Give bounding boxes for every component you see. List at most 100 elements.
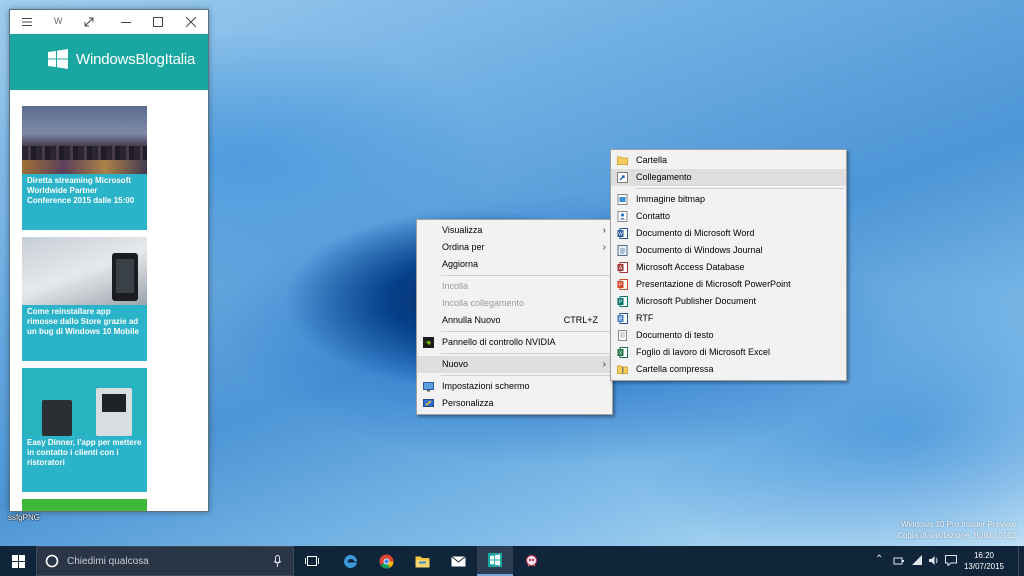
rtf-icon [617,313,628,324]
taskbar-mail[interactable] [440,546,476,576]
submenu-item-immagine-bitmap[interactable]: Immagine bitmap [611,191,846,208]
windowsblogitalia-app-icon [488,553,502,567]
menu-item-nvidia[interactable]: Pannello di controllo NVIDIA [417,334,612,351]
menu-item-personalizza[interactable]: Personalizza [417,395,612,412]
submenu-item-access[interactable]: A Microsoft Access Database [611,259,846,276]
menu-separator [635,188,844,189]
search-placeholder: Chiedimi qualcosa [67,556,149,567]
close-icon[interactable] [176,10,206,34]
start-button[interactable] [0,546,36,576]
menu-item-impostazioni-schermo[interactable]: Impostazioni schermo [417,378,612,395]
submenu-item-publisher[interactable]: P Microsoft Publisher Document [611,293,846,310]
contact-icon [617,211,628,222]
submenu-item-word[interactable]: W Documento di Microsoft Word [611,225,846,242]
submenu-item-documento-di-testo[interactable]: Documento di testo [611,327,846,344]
menu-item-label: Annulla Nuovo [442,315,501,325]
clock-date: 13/07/2015 [963,562,1005,571]
menu-item-label: Incolla collegamento [442,298,525,308]
submenu-item-journal[interactable]: Documento di Windows Journal [611,242,846,259]
menu-item-nuovo[interactable]: Nuovo › [417,356,612,373]
microphone-icon[interactable] [273,555,282,568]
chevron-right-icon: › [602,242,606,253]
desktop-context-menu: Visualizza › Ordina per › Aggiorna Incol… [416,219,613,415]
watermark-line-1: Windows 10 Pro Insider Preview [900,520,1016,529]
menu-item-label: Ordina per [442,242,485,252]
new-submenu: Cartella Collegamento Immagine bitmap Co… [610,149,847,381]
brand-name: WindowsBlogItalia [76,51,196,68]
menu-item-label: Contatto [636,211,671,221]
menu-separator [441,353,610,354]
maximize-icon[interactable] [143,10,173,34]
taskbar-windowsblogitalia-app[interactable] [477,546,513,576]
notification-icon[interactable] [945,555,957,566]
word-icon: W [617,228,628,239]
submenu-item-collegamento[interactable]: Collegamento [611,169,846,186]
minimize-icon[interactable] [111,10,141,34]
windows-logo-icon [48,49,68,69]
personalize-icon [423,399,434,407]
submenu-item-excel[interactable]: X Foglio di lavoro di Microsoft Excel [611,344,846,361]
chrome-icon [379,554,394,569]
submenu-item-rtf[interactable]: RTF [611,310,846,327]
submenu-item-powerpoint[interactable]: P Presentazione di Microsoft PowerPoint [611,276,846,293]
hamburger-menu-icon[interactable] [12,10,42,34]
taskbar-app-misc[interactable] [513,546,549,576]
submenu-item-contatto[interactable]: Contatto [611,208,846,225]
volume-icon[interactable] [928,555,940,566]
access-icon: A [617,262,628,273]
chevron-right-icon: › [602,225,606,236]
menu-separator [441,375,610,376]
edge-browser-icon [343,554,357,568]
menu-item-label: Foglio di lavoro di Microsoft Excel [636,347,771,357]
menu-item-annulla-nuovo[interactable]: Annulla Nuovo CTRL+Z [417,312,612,329]
menu-item-label: Nuovo [442,359,469,369]
menu-item-incolla[interactable]: Incolla [417,278,612,295]
menu-item-label: Collegamento [636,172,692,182]
menu-item-label: Personalizza [442,398,494,408]
app-titlebar[interactable]: W [10,10,208,34]
article-card[interactable]: Easy Dinner, l'app per mettere in contat… [22,368,147,492]
folder-icon [617,156,628,165]
power-plug-icon[interactable] [893,556,905,566]
shortcut-icon [617,172,628,183]
menu-item-label: Pannello di controllo NVIDIA [442,337,556,347]
menu-item-label: Immagine bitmap [636,194,706,204]
desktop-icon-label[interactable]: ssfgPNG [8,513,40,522]
task-view-button[interactable] [294,546,330,576]
submenu-item-cartella[interactable]: Cartella [611,152,846,169]
menu-item-visualizza[interactable]: Visualizza › [417,222,612,239]
bitmap-icon [617,194,628,205]
taskbar-chrome[interactable] [368,546,404,576]
fullscreen-icon[interactable] [74,10,104,34]
app-window: W WindowsBlogItalia Diretta streaming Mi… [9,9,209,512]
submenu-item-cartella-compressa[interactable]: Cartella compressa [611,361,846,378]
app-window-title: W [54,16,63,26]
app-header: WindowsBlogItalia [10,34,208,90]
show-desktop-button[interactable] [1018,546,1024,576]
wifi-icon[interactable] [911,555,923,566]
menu-item-label: Microsoft Access Database [636,262,745,272]
menu-item-label: Documento di Windows Journal [636,245,763,255]
search-input[interactable]: Chiedimi qualcosa [36,546,294,576]
powerpoint-icon: P [617,279,628,290]
taskbar: Chiedimi qualcosa ⌃ 16:20 13/07/2015 [0,546,1024,576]
mail-icon [450,555,466,566]
menu-item-label: Incolla [442,281,469,291]
taskbar-file-explorer[interactable] [404,546,440,576]
file-explorer-icon [415,556,429,567]
article-card[interactable]: Diretta streaming Microsoft Worldwide Pa… [22,106,147,230]
menu-item-label: Visualizza [442,225,483,235]
menu-item-ordina-per[interactable]: Ordina per › [417,239,612,256]
taskbar-edge[interactable] [332,546,368,576]
watermark-line-2: Copia di valutazione. Build 10162 [897,531,1016,540]
menu-shortcut: CTRL+Z [563,315,598,325]
menu-item-aggiorna[interactable]: Aggiorna [417,256,612,273]
menu-item-incolla-collegamento[interactable]: Incolla collegamento [417,295,612,312]
article-card[interactable]: Come reinstallare app rimosse dallo Stor… [22,237,147,361]
article-card-partial[interactable] [22,499,147,511]
menu-item-label: Documento di testo [636,330,714,340]
menu-item-label: Impostazioni schermo [442,381,530,391]
chevron-up-icon[interactable]: ⌃ [875,554,883,565]
taskbar-clock[interactable]: 16:20 13/07/2015 [962,550,1006,572]
article-feed: Diretta streaming Microsoft Worldwide Pa… [22,106,147,511]
